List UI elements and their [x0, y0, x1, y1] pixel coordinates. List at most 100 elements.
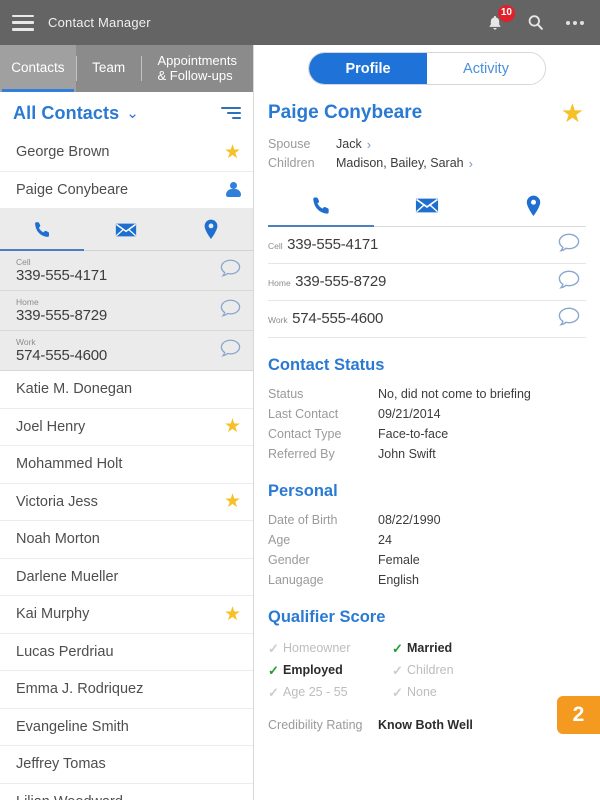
nav-tab-team[interactable]: Team — [75, 45, 142, 92]
contact-name: Lucas Perdriau — [16, 643, 114, 660]
list-item[interactable]: Mohammed Holt — [0, 446, 253, 484]
nav-divider — [75, 56, 77, 81]
contact-name: George Brown — [16, 144, 110, 161]
contact-name: Mohammed Holt — [16, 456, 123, 473]
phone-row[interactable]: Cell 339-555-4171 — [268, 227, 586, 264]
sidebar-tab-email[interactable] — [84, 209, 168, 250]
field-value: John Swift — [378, 447, 436, 461]
page-title: Paige Conybeare — [268, 102, 423, 123]
contact-name: Lilian Woodward — [16, 794, 123, 800]
field-value: Face-to-face — [378, 427, 449, 441]
field-row: Lanugage English — [268, 570, 586, 590]
contact-name: Darlene Mueller — [16, 568, 119, 585]
qualifier-label: Employed — [283, 663, 343, 677]
hamburger-icon[interactable] — [12, 14, 34, 31]
list-item-selected[interactable]: Paige Conybeare — [0, 172, 253, 209]
more-options-icon — [566, 20, 584, 25]
phone-row[interactable]: Cell 339-555-4171 — [0, 251, 253, 291]
sidebar-tab-location[interactable] — [169, 209, 253, 250]
tab-location[interactable] — [480, 185, 586, 226]
list-item[interactable]: Darlene Mueller — [0, 559, 253, 596]
search-button[interactable] — [524, 12, 546, 34]
message-bubble-icon[interactable] — [220, 339, 241, 362]
nav-tab-contacts-label: Contacts — [11, 60, 65, 76]
list-item[interactable]: Victoria Jess ★ — [0, 484, 253, 521]
list-item[interactable]: Noah Morton — [0, 521, 253, 559]
family-block: Spouse Jack › Children Madison, Bailey, … — [268, 135, 586, 173]
list-item[interactable]: Kai Murphy ★ — [0, 596, 253, 634]
family-row[interactable]: Spouse Jack › — [268, 135, 586, 154]
phone-number: 339-555-4171 — [16, 266, 108, 284]
list-item[interactable]: George Brown ★ — [0, 134, 253, 172]
chevron-down-icon[interactable]: ⌄ — [126, 104, 139, 122]
sidebar-tab-phone[interactable] — [0, 209, 85, 251]
check-icon: ✓ — [268, 685, 279, 700]
star-icon[interactable]: ★ — [224, 492, 241, 511]
message-bubble-icon[interactable] — [558, 307, 580, 331]
qualifier-item[interactable]: ✓ None — [392, 682, 516, 703]
contact-list-title[interactable]: All Contacts — [13, 103, 119, 124]
message-bubble-icon[interactable] — [220, 259, 241, 282]
qualifier-item[interactable]: ✓ Married — [392, 638, 516, 659]
field-value: English — [378, 573, 419, 587]
list-item[interactable]: Evangeline Smith — [0, 709, 253, 746]
message-bubble-icon[interactable] — [558, 233, 580, 257]
star-icon[interactable]: ★ — [224, 605, 241, 624]
contact-list[interactable]: George Brown ★ Paige Conybeare Cell 339-… — [0, 134, 253, 800]
nav-tab-contacts[interactable]: Contacts — [0, 45, 76, 92]
list-item[interactable]: Jeffrey Tomas — [0, 746, 253, 784]
nav-tab-appointments[interactable]: Appointments & Follow-ups — [141, 45, 253, 92]
contact-name: Victoria Jess — [16, 493, 98, 510]
list-item[interactable]: Lucas Perdriau — [0, 634, 253, 671]
qualifier-item[interactable]: ✓ Children — [392, 660, 516, 681]
check-icon: ✓ — [268, 641, 279, 656]
phone-icon — [312, 197, 329, 214]
star-icon[interactable]: ★ — [561, 100, 584, 126]
field-row: Gender Female — [268, 550, 586, 570]
phone-row[interactable]: Home 339-555-8729 — [0, 291, 253, 331]
sort-icon[interactable] — [221, 106, 241, 120]
field-value: Female — [378, 553, 420, 567]
list-item[interactable]: Joel Henry ★ — [0, 409, 253, 446]
qualifier-item[interactable]: ✓ Age 25 - 55 — [268, 682, 392, 703]
nav-tab-appointments-line2: & Follow-ups — [157, 67, 233, 83]
field-label: Last Contact — [268, 407, 339, 421]
field-row: Status No, did not come to briefing — [268, 384, 586, 404]
chevron-right-icon[interactable]: › — [367, 135, 371, 154]
phone-row[interactable]: Home 339-555-8729 — [268, 264, 586, 301]
contact-name: Paige Conybeare — [16, 181, 129, 198]
tab-email[interactable] — [374, 185, 480, 226]
star-icon[interactable]: ★ — [224, 143, 241, 162]
list-item[interactable]: Emma J. Rodriquez — [0, 671, 253, 709]
tab-phone[interactable] — [268, 185, 374, 227]
phone-number: 574-555-4600 — [16, 346, 108, 364]
message-bubble-icon[interactable] — [558, 270, 580, 294]
tab-profile[interactable]: Profile — [309, 53, 427, 84]
list-item[interactable]: Lilian Woodward — [0, 784, 253, 800]
qualifier-item[interactable]: ✓ Homeowner — [268, 638, 392, 659]
more-options-button[interactable] — [564, 12, 586, 34]
chevron-right-icon[interactable]: › — [469, 154, 473, 173]
tab-activity[interactable]: Activity — [427, 53, 545, 84]
qualifier-item[interactable]: ✓ Employed — [268, 660, 392, 681]
phone-row[interactable]: Work 574-555-4600 — [268, 301, 586, 338]
phone-number: 574-555-4600 — [292, 310, 384, 327]
app-root: Contact Manager 10 Contacts Team Appoint… — [0, 0, 600, 800]
phone-label: Home — [268, 278, 291, 288]
list-item[interactable]: Katie M. Donegan — [0, 371, 253, 409]
message-bubble-icon[interactable] — [220, 299, 241, 322]
field-label: Age — [268, 533, 291, 547]
notifications-button[interactable]: 10 — [484, 4, 515, 34]
contact-header: Paige Conybeare ★ — [268, 92, 586, 126]
envelope-icon — [116, 223, 137, 236]
family-row[interactable]: Children Madison, Bailey, Sarah › — [268, 154, 586, 173]
credibility-label: Credibility Rating — [268, 718, 363, 732]
phone-row[interactable]: Work 574-555-4600 — [0, 331, 253, 371]
qualifier-label: Homeowner — [283, 641, 351, 655]
channel-tab-bar — [268, 185, 586, 227]
star-icon[interactable]: ★ — [224, 417, 241, 436]
message-bubble-icon — [558, 270, 580, 289]
notification-count-badge: 10 — [497, 4, 515, 22]
field-value: 08/22/1990 — [378, 513, 441, 527]
field-value: No, did not come to briefing — [378, 387, 531, 401]
